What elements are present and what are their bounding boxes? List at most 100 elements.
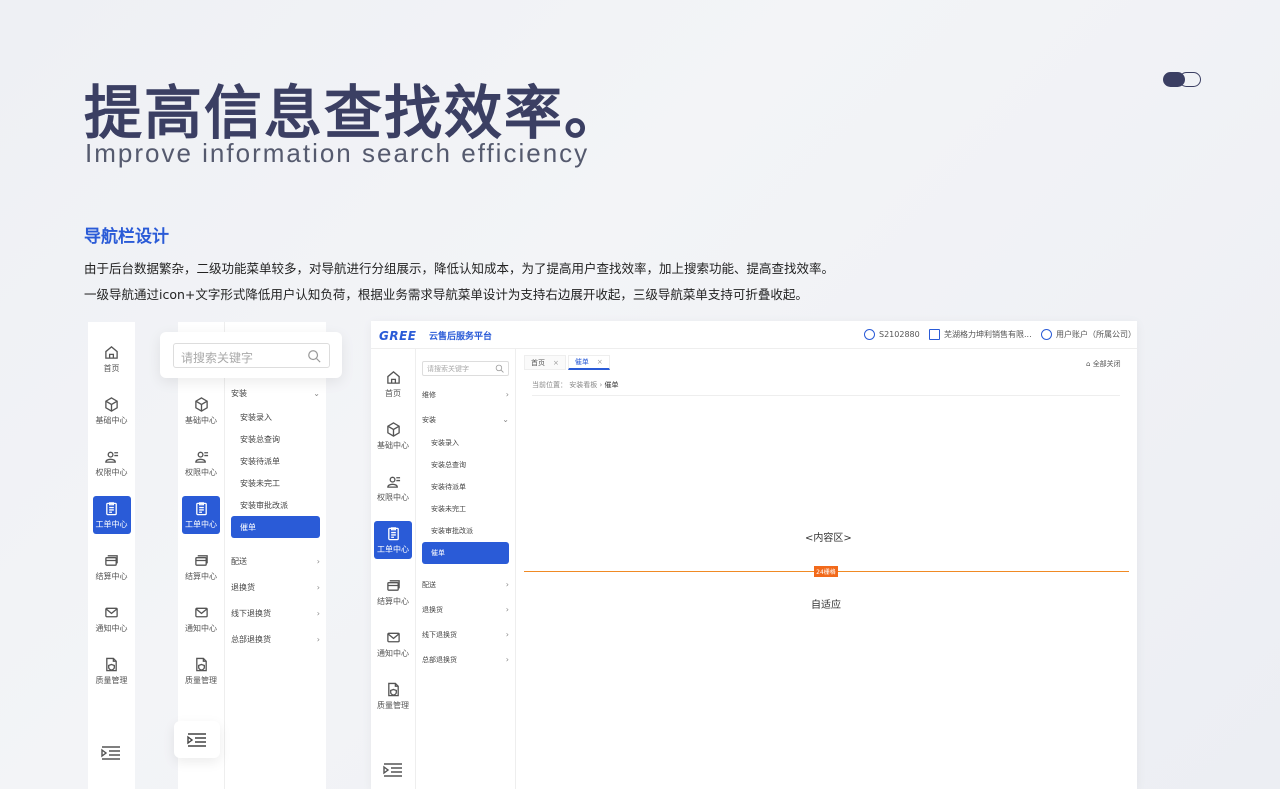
rail-item-base[interactable]: 基础中心 [374, 417, 412, 455]
app-header: GREE 云售后服务平台 S2102880 芜湖格力坤利销售有限... 用户账户… [371, 321, 1137, 349]
nav-search-input[interactable]: 请搜索关键字 [422, 361, 509, 376]
rail-item-workorder[interactable]: 工单中心 [374, 521, 412, 559]
nav-item[interactable]: 安装审批改派 [225, 494, 326, 516]
nav-group[interactable]: 线下退换货 › [225, 600, 326, 626]
building-icon [929, 329, 940, 340]
nav-item-active[interactable]: 催单 [231, 516, 320, 538]
nav-group-install[interactable]: 安装 ⌄ [416, 407, 515, 432]
nav-group-label: 维修 [422, 390, 436, 399]
user-text: 用户账户（所属公司） [1056, 330, 1136, 339]
chevron-right-icon: › [505, 655, 509, 664]
nav-group[interactable]: 配送 › [416, 572, 515, 597]
mail-icon [194, 607, 208, 617]
rail-item-base[interactable]: 基础中心 [182, 392, 220, 430]
nav-item[interactable]: 安装总查询 [225, 428, 326, 450]
rail-item-base[interactable]: 基础中心 [93, 392, 131, 430]
menu-collapse-icon[interactable] [383, 762, 403, 778]
nav-item[interactable]: 安装待派单 [225, 450, 326, 472]
cube-icon [194, 396, 208, 412]
rail-item-home[interactable]: 首页 [93, 340, 131, 378]
rail-item-workorder[interactable]: 工单中心 [92, 496, 131, 534]
breadcrumb: 当前位置： 安装看板 › 催单 [532, 380, 619, 390]
menu-collapse-icon[interactable] [101, 745, 121, 761]
menu-collapse-button[interactable] [174, 721, 220, 758]
chevron-right-icon: › [505, 605, 509, 614]
chevron-down-icon: ⌄ [313, 388, 320, 398]
id-icon [864, 329, 875, 340]
rail-item-label: 基础中心 [185, 415, 217, 425]
nav-group-label: 线下退换货 [231, 608, 271, 618]
rail-item-label: 工单中心 [185, 519, 217, 529]
rail-item-notification[interactable]: 通知中心 [93, 600, 131, 638]
rail-item-quality[interactable]: 质量管理 [374, 677, 412, 715]
rail-item-label: 结算中心 [95, 571, 128, 581]
rail-item-quality[interactable]: 质量管理 [93, 652, 131, 690]
nav-item[interactable]: 安装待派单 [416, 476, 515, 498]
mail-icon [105, 607, 118, 617]
toggle-dot-outline [1179, 72, 1201, 87]
card-icon [194, 554, 208, 566]
nav-item[interactable]: 安装审批改派 [416, 520, 515, 542]
breadcrumb-parent[interactable]: 安装看板 [569, 381, 597, 389]
search-icon[interactable] [307, 349, 321, 363]
nav-group-label: 总部退换货 [231, 634, 271, 644]
nav-group[interactable]: 总部退换货 › [225, 626, 326, 652]
nav-group-label: 退换货 [231, 582, 255, 592]
rail-item-permission[interactable]: 权限中心 [182, 444, 220, 482]
nav-group-install[interactable]: 安装 ⌄ [225, 380, 326, 406]
nav-item[interactable]: 安装录入 [225, 406, 326, 428]
rail-item-workorder[interactable]: 工单中心 [182, 496, 220, 534]
rail-item-quality[interactable]: 质量管理 [182, 652, 220, 690]
rail-item-settlement[interactable]: 结算中心 [93, 548, 131, 586]
nav-item[interactable]: 安装总查询 [416, 454, 515, 476]
rail-item-label: 质量管理 [95, 675, 128, 685]
nav-item[interactable]: 安装录入 [416, 432, 515, 454]
nav-item[interactable]: 安装未完工 [416, 498, 515, 520]
nav-group-repair[interactable]: 维修 › [416, 382, 515, 407]
nav-group[interactable]: 线下退换货 › [416, 622, 515, 647]
home-icon [105, 345, 118, 359]
rail-item-home[interactable]: 首页 [374, 365, 412, 403]
rail-item-label: 质量管理 [377, 700, 409, 710]
toggle-icon[interactable] [1163, 72, 1201, 87]
account-id-text: S2102880 [879, 330, 920, 339]
close-icon[interactable]: × [553, 359, 559, 367]
basket-icon: ⌂ [1086, 360, 1091, 368]
nav-group[interactable]: 退换货 › [225, 574, 326, 600]
search-icon[interactable] [495, 364, 504, 373]
tab-home[interactable]: 首页 × [524, 355, 566, 370]
user-account[interactable]: 用户账户（所属公司） [1041, 329, 1136, 340]
rail-item-settlement[interactable]: 结算中心 [374, 573, 412, 611]
nav-group[interactable]: 总部退换货 › [416, 647, 515, 672]
company-info[interactable]: 芜湖格力坤利销售有限... [929, 329, 1032, 340]
rail-item-permission[interactable]: 权限中心 [93, 444, 131, 482]
content-area-label: <内容区> [805, 533, 852, 544]
nav-group[interactable]: 配送 › [225, 548, 326, 574]
account-id: S2102880 [864, 329, 920, 340]
nav-item-active[interactable]: 催单 [422, 542, 509, 564]
close-all-button[interactable]: ⌂ 全部关闭 [1086, 359, 1121, 369]
tab-label: 催单 [574, 358, 589, 366]
cube-icon [105, 396, 118, 412]
rail-item-label: 通知中心 [95, 623, 128, 633]
card-icon [386, 579, 400, 591]
rail-item-notification[interactable]: 通知中心 [182, 600, 220, 638]
nav-group-label: 安装 [231, 388, 247, 398]
chevron-right-icon: › [316, 556, 320, 566]
gree-logo: GREE [379, 329, 417, 343]
nav-group-label: 配送 [231, 556, 247, 566]
close-icon[interactable]: × [597, 358, 603, 366]
rail-item-label: 首页 [103, 363, 120, 373]
nav-group[interactable]: 退换货 › [416, 597, 515, 622]
nav-group-label: 安装 [422, 415, 436, 424]
nav-item[interactable]: 安装未完工 [225, 472, 326, 494]
breadcrumb-divider [532, 395, 1120, 396]
tab-urge[interactable]: 催单 × [567, 355, 610, 370]
rail-item-settlement[interactable]: 结算中心 [182, 548, 220, 586]
rail-item-notification[interactable]: 通知中心 [374, 625, 412, 663]
app-secondary-nav: 请搜索关键字 维修 › 安装 ⌄ 安装录入 安装总查询 安装待派单 安装未完工 安装… [416, 349, 516, 789]
search-input[interactable]: 请搜索关键字 [173, 343, 330, 368]
platform-name: 云售后服务平台 [429, 332, 493, 342]
rail-item-permission[interactable]: 权限中心 [374, 469, 412, 507]
primary-nav-rail-expanded: 基础中心 权限中心 工单中心 结算中心 通知中心 质量管理 [178, 322, 225, 789]
